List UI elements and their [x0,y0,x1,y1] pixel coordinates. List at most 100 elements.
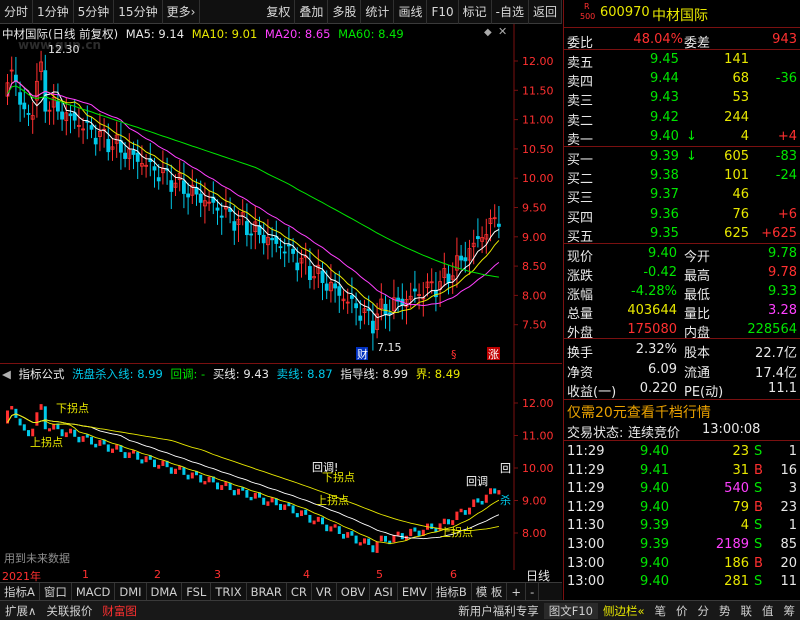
bid-row[interactable]: 买二 9.38 101 -24 [564,166,800,188]
tab-dma[interactable]: DMA [147,582,183,601]
tab-asi[interactable]: ASI [370,582,398,601]
time-axis-month-2: 2 [154,568,161,581]
deep-book-ad[interactable]: 仅需20元查看千档行情 [567,402,711,422]
side-icon-chips[interactable]: 筹 [779,603,800,619]
candle-body [261,234,266,244]
fortune-chart-button[interactable]: 财富图 [97,603,142,619]
sidebar-toggle[interactable]: 侧边栏« [598,603,650,619]
ask-row[interactable]: 卖三 9.43 53 [564,88,800,110]
tick-count: 16 [780,462,797,478]
candle-body [286,244,291,247]
level-label: 卖三 [567,94,594,110]
toolbar-item-fuquan[interactable]: 复权 [262,0,296,24]
tick-price: 9.40 [640,499,669,515]
up-turn-label: 上拐点 [30,435,63,449]
side-icon-link[interactable]: 联 [736,603,758,619]
candle-body [337,286,342,296]
kline-chart[interactable]: 12.00 11.50 11.00 10.50 10.00 9.50 9.00 8.50 8.0… [0,24,562,364]
related-quotes-button[interactable]: 关联报价 [41,603,97,619]
indicator-title[interactable]: 指标公式 [19,367,65,381]
stat-label: PE(动) [684,385,724,400]
indicator-bar [342,533,345,539]
side-icon-pen[interactable]: 笔 [650,603,672,619]
tab-fsl[interactable]: FSL [182,582,212,601]
tab-template[interactable]: 模 板 [472,582,508,601]
kill-label: 杀 [500,493,511,507]
toolbar-item-more[interactable]: 更多› [163,0,201,24]
stat-row: 涨幅 -4.28% 最低 9.33 [564,282,800,303]
toolbar-item-multistock[interactable]: 多股 [328,0,362,24]
tab-vr[interactable]: VR [312,582,337,601]
toolbar-item-timeshare[interactable]: 分时 [0,0,34,24]
candle-body [123,152,127,159]
finance-marker[interactable]: 财 [357,347,368,361]
ask-row[interactable]: 卖二 9.42 244 [564,108,800,129]
side-icon-value[interactable]: 值 [757,603,779,619]
indicator-bar [291,505,295,514]
indicator-bar [375,541,379,553]
toolbar-item-back[interactable]: 返回 [529,0,562,24]
indicator-bar [262,497,266,505]
side-icon-trend[interactable]: 势 [714,603,736,619]
toolbar-item-mark[interactable]: 标记 [459,0,492,24]
toolbar-item-5min[interactable]: 5分钟 [74,0,115,24]
stat-value: 9.78 [768,246,797,261]
indicator-bar [10,406,14,410]
tab-obv[interactable]: OBV [337,582,371,601]
bid-row[interactable]: 买三 9.37 46 [564,185,800,206]
toolbar-item-stats[interactable]: 统计 [361,0,395,24]
tab-macd[interactable]: MACD [72,582,116,601]
level-volume: 76 [732,206,749,222]
pullback-label-2: 回调 [466,475,488,488]
level-label: 买二 [567,172,594,188]
ask-row[interactable]: 卖一 9.40 ↓ 4 +4 [564,127,800,148]
side-icon-split[interactable]: 分 [693,603,715,619]
indicator-bar [190,472,194,479]
indicator-bar [157,464,161,469]
toolbar-item-1min[interactable]: 1分钟 [33,0,74,24]
indicator-bar [266,501,270,506]
toolbar-item-draw[interactable]: 画线 [394,0,428,24]
bid-row[interactable]: 买一 9.39 ↓ 605 -83 [564,147,800,168]
zoom-in-button[interactable]: + [507,582,527,601]
indicator-bar [35,412,39,426]
tab-trix[interactable]: TRIX [211,582,247,601]
price-tick-label: 11.00 [522,114,554,127]
toolbar-item-watchlist[interactable]: -自选 [492,0,529,24]
ad-row[interactable]: 仅需20元查看千档行情 [564,400,800,422]
promo-link[interactable]: 新用户福利专享 [453,603,544,619]
expand-button[interactable]: 扩展∧ [0,603,41,619]
diamond-icon[interactable]: ◆ [484,27,492,38]
toolbar-item-f10[interactable]: F10 [427,0,459,24]
tab-dmi[interactable]: DMI [115,582,147,601]
candle-body [119,140,123,153]
tab-brar[interactable]: BRAR [247,582,287,601]
zoom-out-button[interactable]: - [526,582,540,601]
ask-row[interactable]: 卖四 9.44 68 -36 [564,69,800,90]
quote-panel: R 500 600970 中材国际 委比 48.04% 委差 943 卖五 9.4… [563,0,800,600]
level-volume: 46 [732,187,749,203]
bid-row[interactable]: 买五 9.35 625 +625 [564,224,800,245]
close-icon[interactable]: ✕ [498,25,507,38]
f10-button[interactable]: 图文F10 [543,602,598,619]
limit-up-marker[interactable]: 涨 [488,348,499,361]
indicator-toggle-icon[interactable]: ◀ [2,367,11,381]
candle-body [446,273,451,284]
bid-row[interactable]: 买四 9.36 76 +6 [564,205,800,226]
tab-indicator-a[interactable]: 指标A [0,582,40,601]
tab-window[interactable]: 窗口 [40,582,72,601]
toolbar-item-overlay[interactable]: 叠加 [295,0,329,24]
level-price: 9.44 [650,71,679,87]
toolbar-item-15min[interactable]: 15分钟 [114,0,163,24]
indicator-chart[interactable]: 12.0011.0010.009.008.00 下拐点 上拐点 回调! 下拐点 … [0,364,562,570]
ask-row[interactable]: 卖五 9.45 141 [564,50,800,71]
r-badge: R [584,2,590,11]
tab-emv[interactable]: EMV [398,582,432,601]
event-marker[interactable]: § [451,348,457,361]
tab-indicator-b[interactable]: 指标B [432,582,472,601]
tab-cr[interactable]: CR [287,582,312,601]
indicator-bar [463,510,467,515]
stat-value: 9.78 [768,265,797,280]
side-icon-price[interactable]: 价 [671,603,693,619]
tick-time: 11:29 [567,462,605,478]
